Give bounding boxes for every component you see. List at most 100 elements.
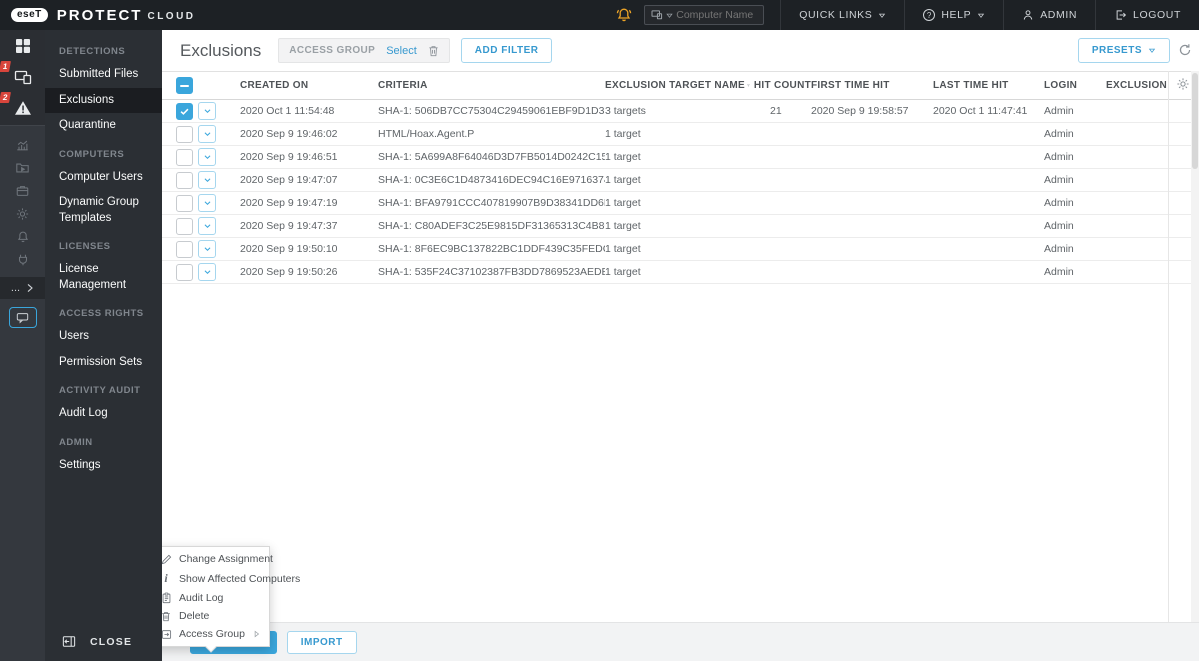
- table-row[interactable]: 2020 Sep 9 19:47:37 SHA-1: C80ADEF3C25E9…: [162, 215, 1199, 238]
- row-checkbox[interactable]: [176, 240, 193, 258]
- search-input[interactable]: [676, 9, 757, 21]
- sidebar-item-reports[interactable]: [0, 133, 45, 156]
- sidebar-item-notifications[interactable]: [0, 225, 45, 248]
- table-row[interactable]: 2020 Sep 9 19:50:26 SHA-1: 535F24C371023…: [162, 261, 1199, 284]
- collapse-icon: [62, 635, 76, 648]
- sidebar-item-settings[interactable]: Settings: [45, 453, 162, 479]
- row-checkbox[interactable]: [176, 263, 193, 281]
- cell-targets: 1 target: [605, 243, 641, 255]
- brand-logo: eseT PROTECT CLOUD: [0, 7, 196, 24]
- vertical-scrollbar[interactable]: [1191, 71, 1199, 622]
- collapse-sidebar-button[interactable]: CLOSE: [45, 622, 162, 661]
- device-type-icon[interactable]: [651, 10, 663, 20]
- import-label: IMPORT: [300, 636, 343, 648]
- sidebar-item-dashboard[interactable]: [0, 30, 45, 61]
- menu-item-access-group[interactable]: Access Group: [162, 625, 269, 643]
- table-settings-gear-icon[interactable]: [1176, 77, 1190, 91]
- cell-login: Admin: [1044, 105, 1074, 117]
- menu-item-audit-log[interactable]: Audit Log: [162, 589, 269, 607]
- row-expand-button[interactable]: [198, 240, 216, 258]
- cell-created-on: 2020 Sep 9 19:50:26: [240, 266, 338, 278]
- logout-button[interactable]: LOGOUT: [1095, 0, 1199, 30]
- access-group-select-link[interactable]: Select: [386, 45, 417, 57]
- trash-icon[interactable]: [428, 45, 439, 57]
- sidebar-item-users[interactable]: Users: [45, 324, 162, 350]
- row-checkbox[interactable]: [176, 194, 193, 212]
- table-row[interactable]: 2020 Sep 9 19:47:19 SHA-1: BFA9791CCC407…: [162, 192, 1199, 215]
- notifications-bell-icon[interactable]: [616, 7, 632, 23]
- col-header-hit-count[interactable]: HIT COUNT: [747, 80, 811, 91]
- info-icon: i: [164, 571, 168, 585]
- row-checkbox[interactable]: [176, 125, 193, 143]
- col-header-login[interactable]: LOGIN: [1044, 80, 1106, 91]
- access-group-icon: [162, 629, 172, 640]
- row-expand-button[interactable]: [198, 217, 216, 235]
- select-all-checkbox[interactable]: [176, 77, 193, 94]
- table-row[interactable]: 2020 Sep 9 19:47:07 SHA-1: 0C3E6C1D48734…: [162, 169, 1199, 192]
- presets-button[interactable]: PRESETS: [1077, 38, 1170, 63]
- col-header-first-time-hit[interactable]: FIRST TIME HIT: [811, 80, 933, 91]
- row-checkbox[interactable]: [176, 217, 193, 235]
- table-row[interactable]: 2020 Oct 1 11:54:48 SHA-1: 506DB7CC75304…: [162, 100, 1199, 123]
- warning-triangle-icon: [14, 100, 32, 116]
- row-expand-button[interactable]: [198, 148, 216, 166]
- col-header-target[interactable]: EXCLUSION TARGET NAME: [605, 80, 747, 91]
- computer-search[interactable]: [644, 5, 765, 25]
- access-group-label: ACCESS GROUP: [289, 45, 376, 56]
- row-checkbox[interactable]: [176, 171, 193, 189]
- support-chat-button[interactable]: [8, 307, 37, 328]
- sidebar-item-detections[interactable]: 2: [0, 92, 45, 123]
- row-expand-button[interactable]: [198, 263, 216, 281]
- sidebar-more-expand[interactable]: ...: [0, 277, 45, 299]
- gear-icon: [15, 207, 30, 221]
- sidebar-item-license-management[interactable]: License Management: [45, 257, 162, 298]
- sidebar-item-tasks[interactable]: [0, 156, 45, 179]
- trash-icon: [162, 611, 172, 622]
- top-bar: eseT PROTECT CLOUD QUICK LINKS: [0, 0, 1199, 30]
- row-expand-button[interactable]: [198, 102, 216, 120]
- sidebar-item-submitted-files[interactable]: Submitted Files: [45, 62, 162, 88]
- sidebar-item-audit-log[interactable]: Audit Log: [45, 401, 162, 427]
- admin-user-menu[interactable]: ADMIN: [1003, 0, 1095, 30]
- col-header-last-time-hit[interactable]: LAST TIME HIT: [933, 80, 1044, 91]
- add-filter-button[interactable]: ADD FILTER: [460, 38, 553, 63]
- refresh-icon[interactable]: [1178, 43, 1192, 57]
- sidebar-item-exclusions[interactable]: Exclusions: [45, 87, 162, 114]
- sidebar-item-computer-users[interactable]: Computer Users: [45, 165, 162, 191]
- sidebar-item-quarantine[interactable]: Quarantine: [45, 113, 162, 139]
- cell-created-on: 2020 Oct 1 11:54:48: [240, 105, 335, 117]
- row-checkbox[interactable]: [176, 102, 193, 120]
- section-header-access-rights: ACCESS RIGHTS: [59, 308, 144, 320]
- table-row[interactable]: 2020 Sep 9 19:46:51 SHA-1: 5A699A8F64046…: [162, 146, 1199, 169]
- cell-criteria: SHA-1: 8F6EC9BC137822BC1DDF439C35FEDC3B8…: [378, 243, 605, 255]
- cell-login: Admin: [1044, 197, 1074, 209]
- cell-login: Admin: [1044, 266, 1074, 278]
- scrollbar-thumb[interactable]: [1192, 73, 1198, 169]
- chevron-down-icon[interactable]: [666, 12, 673, 19]
- table-row[interactable]: 2020 Sep 9 19:46:02 HTML/Hoax.Agent.P 1 …: [162, 123, 1199, 146]
- sidebar-item-status-overview[interactable]: [0, 248, 45, 271]
- row-expand-button[interactable]: [198, 171, 216, 189]
- col-header-criteria[interactable]: CRITERIA: [378, 80, 605, 91]
- import-button[interactable]: IMPORT: [286, 630, 357, 654]
- sidebar-item-computers[interactable]: 1: [0, 61, 45, 92]
- table-row[interactable]: 2020 Sep 9 19:50:10 SHA-1: 8F6EC9BC13782…: [162, 238, 1199, 261]
- menu-item-change-assignment[interactable]: Change Assignment: [162, 550, 273, 568]
- cell-login: Admin: [1044, 128, 1074, 140]
- help-menu[interactable]: ? HELP: [904, 0, 1003, 30]
- menu-item-delete[interactable]: Delete: [162, 607, 269, 625]
- row-checkbox[interactable]: [176, 148, 193, 166]
- sidebar-item-permission-sets[interactable]: Permission Sets: [45, 350, 162, 376]
- quick-links-menu[interactable]: QUICK LINKS: [780, 0, 904, 30]
- sidebar-icon-strip: 1 2 ...: [0, 30, 45, 661]
- sidebar-item-dynamic-group-templates[interactable]: Dynamic Group Templates: [45, 190, 162, 231]
- col-header-description[interactable]: EXCLUSION DE: [1106, 80, 1168, 91]
- cell-criteria: SHA-1: C80ADEF3C25E9815DF31365313C4B80A2…: [378, 220, 605, 232]
- menu-item-show-affected-computers[interactable]: i Show Affected Computers: [162, 568, 300, 589]
- row-expand-button[interactable]: [198, 125, 216, 143]
- col-header-created-on[interactable]: CREATED ON: [240, 80, 378, 91]
- row-expand-button[interactable]: [198, 194, 216, 212]
- sidebar-item-policies[interactable]: [0, 202, 45, 225]
- sidebar-item-installers[interactable]: [0, 179, 45, 202]
- cell-created-on: 2020 Sep 9 19:47:07: [240, 174, 338, 186]
